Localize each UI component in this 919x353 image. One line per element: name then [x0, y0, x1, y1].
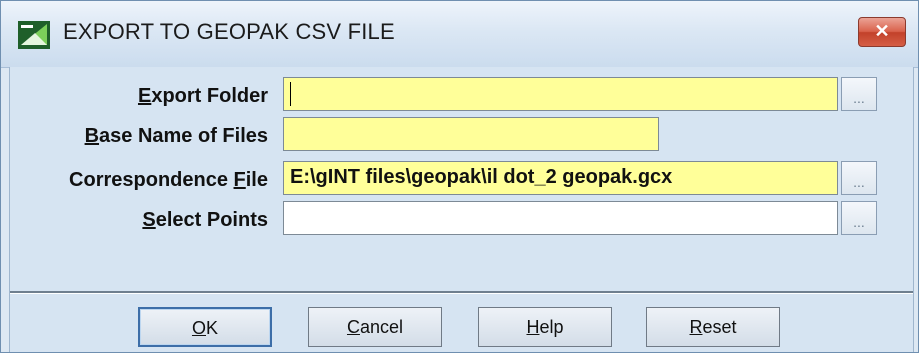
- access-key: S: [142, 209, 156, 231]
- reset-button[interactable]: Reset: [646, 307, 780, 347]
- correspondence-file-browse-button[interactable]: ...: [841, 161, 877, 195]
- export-folder-label: Export Folder: [10, 85, 268, 108]
- text-cursor: [290, 82, 291, 106]
- access-key: F: [233, 169, 246, 191]
- help-button[interactable]: Help: [478, 307, 612, 347]
- button-label: ancel: [359, 317, 404, 337]
- app-icon: [18, 21, 50, 49]
- label-rest: elect Points: [155, 209, 268, 231]
- access-key: E: [137, 85, 152, 107]
- window-title: EXPORT TO GEOPAK CSV FILE: [63, 19, 395, 44]
- close-icon: ✕: [874, 21, 890, 41]
- label-prefix: Correspondence: [69, 169, 234, 191]
- button-label: eset: [702, 317, 737, 337]
- label-rest: xport Folder: [151, 85, 268, 107]
- close-button[interactable]: ✕: [858, 17, 906, 47]
- cancel-button[interactable]: Cancel: [308, 307, 442, 347]
- access-key: O: [191, 318, 206, 338]
- title-bar[interactable]: EXPORT TO GEOPAK CSV FILE ✕: [1, 1, 918, 68]
- access-key: B: [84, 125, 100, 147]
- label-rest: ile: [245, 169, 268, 191]
- access-key: C: [346, 317, 360, 337]
- select-points-input[interactable]: [283, 201, 838, 235]
- export-folder-browse-button[interactable]: ...: [841, 77, 877, 111]
- access-key: R: [689, 317, 703, 337]
- export-folder-input[interactable]: [283, 77, 838, 111]
- base-name-label: Base Name of Files: [10, 125, 268, 148]
- button-label: K: [206, 318, 219, 338]
- dialog-body: Export Folder ... Base Name of Files Cor…: [9, 67, 914, 352]
- button-separator: [10, 291, 913, 294]
- label-rest: ase Name of Files: [99, 125, 268, 147]
- correspondence-file-label: Correspondence File: [10, 169, 268, 192]
- ok-button[interactable]: OK: [138, 307, 272, 347]
- export-dialog: EXPORT TO GEOPAK CSV FILE ✕ Export Folde…: [0, 0, 919, 353]
- correspondence-file-input[interactable]: E:\gINT files\geopak\il dot_2 geopak.gcx: [283, 161, 838, 195]
- select-points-browse-button[interactable]: ...: [841, 201, 877, 235]
- access-key: H: [526, 317, 540, 337]
- base-name-input[interactable]: [283, 117, 659, 151]
- select-points-label: Select Points: [10, 209, 268, 232]
- button-label: elp: [539, 317, 564, 337]
